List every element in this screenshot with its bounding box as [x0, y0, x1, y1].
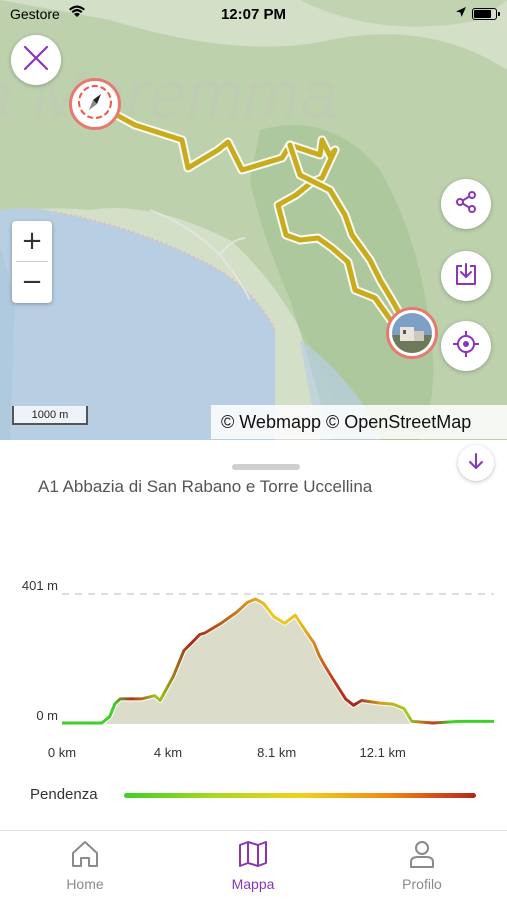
- route-start-marker[interactable]: [69, 78, 121, 130]
- tab-map[interactable]: Mappa: [193, 839, 313, 892]
- tab-home[interactable]: Home: [25, 839, 145, 892]
- slope-legend-label: Pendenza: [30, 786, 98, 803]
- bottom-tab-bar: Home Mappa Profilo: [0, 830, 507, 900]
- slope-legend-gradient: [124, 793, 476, 798]
- battery-level: [474, 10, 491, 18]
- home-icon: [69, 839, 101, 874]
- map-attribution[interactable]: © Webmapp © OpenStreetMap: [211, 405, 507, 439]
- tab-profile-label: Profilo: [402, 876, 442, 892]
- share-button[interactable]: [441, 179, 491, 229]
- app-screen: Gestore 12:07 PM la Maremma: [0, 0, 507, 900]
- x-tick-label: 8.1 km: [257, 745, 296, 760]
- download-button[interactable]: [441, 251, 491, 301]
- locate-me-button[interactable]: [441, 321, 491, 371]
- compass-icon: [77, 84, 113, 125]
- crosshair-icon: [452, 330, 480, 363]
- map-canvas: la Maremma: [0, 0, 507, 440]
- y-tick-max: 401 m: [22, 578, 58, 593]
- battery-icon: [472, 8, 500, 20]
- location-arrow-icon: [455, 5, 467, 21]
- map-view[interactable]: la Maremma: [0, 0, 507, 440]
- share-icon: [453, 189, 479, 220]
- poi-photo-thumbnail: [392, 313, 432, 353]
- map-scale-bar: 1000 m: [12, 406, 88, 425]
- tab-profile[interactable]: Profilo: [362, 839, 482, 892]
- x-tick-label: 12.1 km: [360, 745, 406, 760]
- tab-home-label: Home: [66, 876, 104, 892]
- profile-icon: [406, 839, 438, 874]
- close-icon: [22, 44, 50, 77]
- clock: 12:07 PM: [220, 6, 287, 23]
- map-icon: [237, 839, 269, 874]
- tab-map-label: Mappa: [231, 876, 275, 892]
- zoom-in-button[interactable]: +: [12, 221, 52, 261]
- y-tick-min: 0 m: [36, 708, 58, 723]
- route-end-marker[interactable]: [386, 307, 438, 359]
- zoom-control: + −: [12, 221, 52, 303]
- download-icon: [454, 261, 478, 292]
- elevation-chart[interactable]: 401 m 0 m 0 km 4 km 8.1 km 12.1 km: [0, 440, 507, 830]
- track-detail-sheet: A1 Abbazia di San Rabano e Torre Uccelli…: [0, 440, 507, 830]
- status-bar: Gestore 12:07 PM: [0, 0, 507, 28]
- x-tick-label: 4 km: [154, 745, 182, 760]
- zoom-out-button[interactable]: −: [12, 262, 52, 302]
- x-tick-label: 0 km: [48, 745, 76, 760]
- close-button[interactable]: [11, 35, 61, 85]
